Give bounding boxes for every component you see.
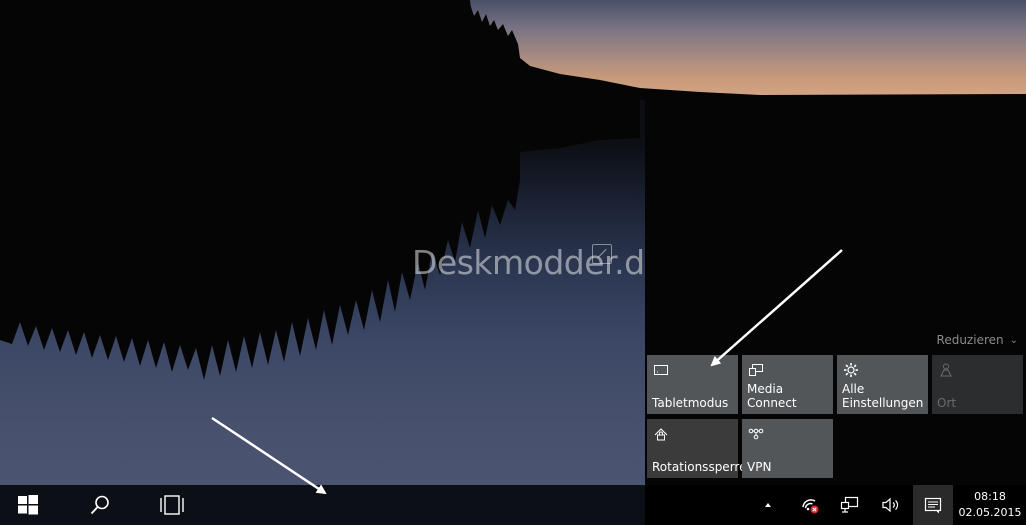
vpn-icon (748, 428, 764, 440)
volume-button[interactable] (881, 495, 901, 515)
watermark-logo-icon (592, 244, 612, 264)
location-icon (940, 363, 952, 377)
tile-all-settings[interactable]: Alle Einstellungen (837, 355, 928, 414)
clock[interactable]: 08:18 02.05.2015 (958, 489, 1022, 521)
speaker-icon (882, 497, 899, 513)
gear-icon (844, 363, 858, 377)
tile-media-connect[interactable]: Media Connect (742, 355, 833, 414)
network-disconnected-icon (802, 499, 819, 514)
watermark-text: Deskmodder.de (412, 243, 665, 282)
taskbar: 08:18 02.05.2015 (0, 485, 1026, 525)
task-view-button[interactable] (148, 485, 196, 525)
show-hidden-icons-button[interactable] (758, 495, 778, 515)
tablet-mode-icon (654, 365, 668, 375)
chevron-down-icon: ⌄ (1009, 334, 1018, 346)
tile-label: Ort (937, 396, 957, 410)
action-center-icon (924, 497, 942, 514)
action-center-panel: Reduzieren ⌄ Tabletmodus Media Connect A… (645, 96, 1026, 485)
clock-time: 08:18 (974, 490, 1006, 503)
search-icon (90, 495, 109, 515)
windows-logo-icon (18, 495, 38, 515)
ethernet-icon (840, 496, 859, 513)
tile-vpn[interactable]: VPN (742, 419, 833, 478)
media-connect-icon (749, 364, 763, 376)
chevron-up-icon (765, 503, 771, 507)
task-view-icon (160, 495, 184, 515)
clock-date: 02.05.2015 (958, 506, 1022, 519)
system-tray: 08:18 02.05.2015 (645, 485, 1026, 525)
collapse-link[interactable]: Reduzieren ⌄ (937, 333, 1018, 347)
tile-label: Tabletmodus (652, 396, 729, 410)
ethernet-button[interactable] (840, 495, 860, 515)
tile-rotation-lock[interactable]: Rotationssperre (647, 419, 746, 478)
tile-label: Media Connect (747, 382, 797, 410)
tile-label: Rotationssperre (652, 460, 747, 474)
rotation-lock-icon (654, 428, 668, 441)
tile-label: VPN (747, 460, 772, 474)
network-status-button[interactable] (800, 495, 820, 515)
tile-tablet-mode[interactable]: Tabletmodus (647, 355, 738, 414)
search-button[interactable] (76, 485, 124, 525)
action-center-button[interactable] (913, 485, 953, 525)
tile-label: Alle Einstellungen (842, 382, 924, 410)
tile-location[interactable]: Ort (932, 355, 1023, 414)
collapse-label: Reduzieren (936, 333, 1004, 347)
start-button[interactable] (4, 485, 52, 525)
